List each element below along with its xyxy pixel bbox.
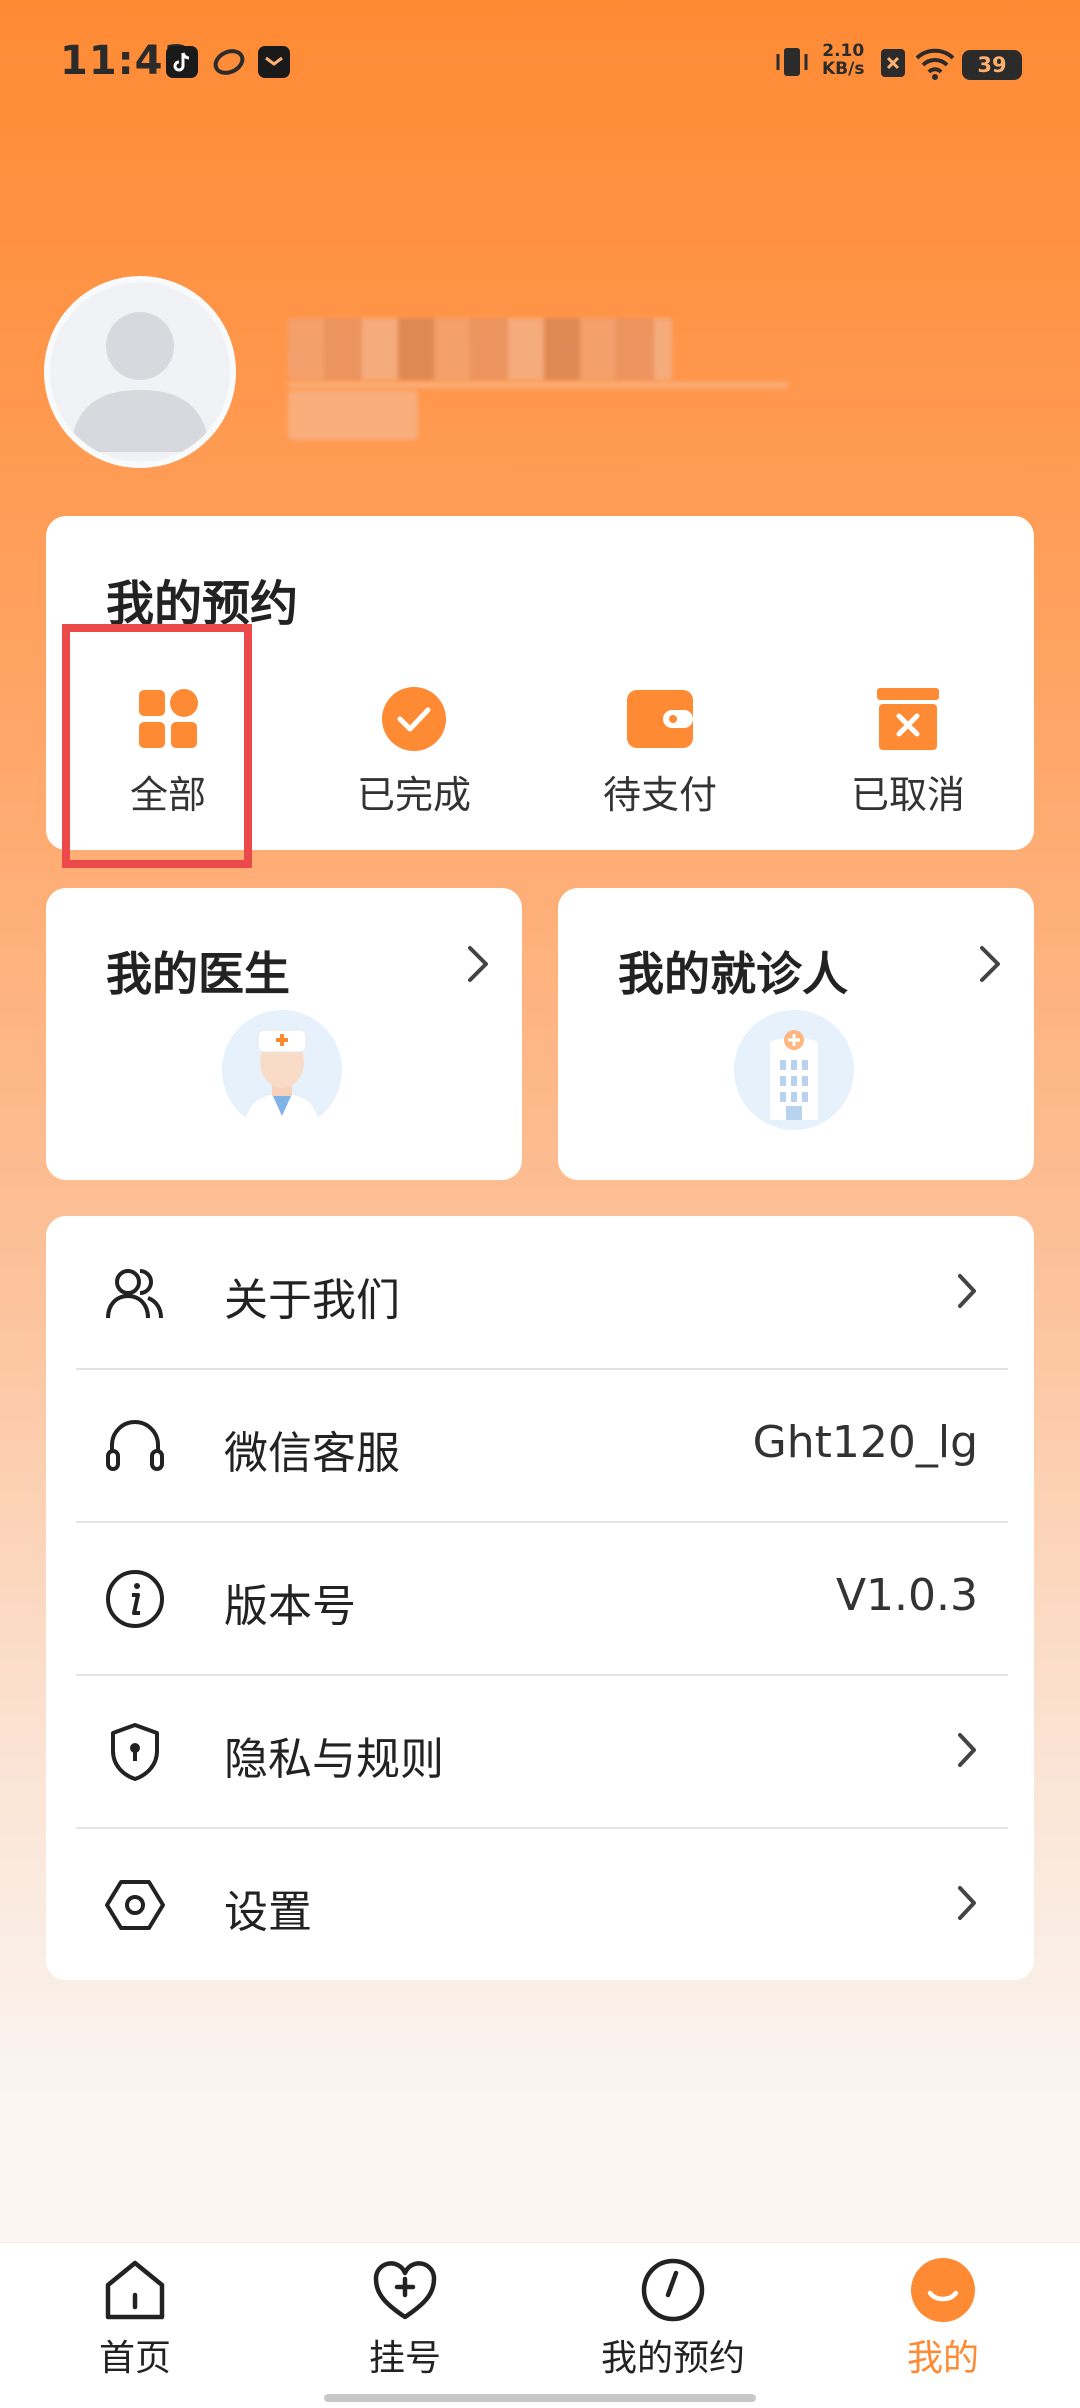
nav-my-appointments[interactable]: 我的预约 — [573, 2255, 773, 2395]
appointments-cancelled[interactable]: 已取消 — [818, 686, 998, 817]
user-info-redacted-line — [288, 382, 788, 388]
menu-row-settings[interactable]: 设置 — [74, 1828, 1006, 1981]
menu-row-wechat-support[interactable]: 微信客服 Ght120_lg — [74, 1369, 1006, 1522]
nav-home[interactable]: 首页 — [35, 2255, 235, 2395]
appointments-completed-label: 已完成 — [356, 773, 471, 817]
nav-me[interactable]: 我的 — [843, 2255, 1043, 2395]
appointments-pending-payment-label: 待支付 — [602, 773, 717, 817]
appointments-completed[interactable]: 已完成 — [324, 686, 504, 817]
headset-icon — [104, 1415, 166, 1477]
chevron-right-icon — [466, 944, 490, 988]
menu-row-version[interactable]: 版本号 V1.0.3 — [74, 1522, 1006, 1675]
nav-my-appointments-label: 我的预约 — [600, 2338, 745, 2379]
menu-label-settings: 设置 — [224, 1887, 312, 1938]
nav-register[interactable]: 挂号 — [305, 2255, 505, 2395]
shield-lock-icon — [104, 1721, 166, 1783]
info-icon — [104, 1568, 166, 1630]
appointments-cancelled-label: 已取消 — [850, 773, 965, 817]
hospital-icon — [734, 1010, 854, 1130]
chevron-right-icon — [978, 944, 1002, 988]
my-doctor-title: 我的医生 — [106, 947, 290, 1001]
menu-label-about-us: 关于我们 — [224, 1275, 400, 1326]
nav-register-label: 挂号 — [368, 2338, 441, 2379]
status-bar: 11:43 2.10 KB/s 39 — [0, 0, 1080, 120]
my-patients-card[interactable]: 我的就诊人 — [558, 888, 1034, 1180]
menu-label-version: 版本号 — [224, 1581, 356, 1632]
my-patients-title: 我的就诊人 — [618, 947, 848, 1001]
tiktok-icon — [166, 46, 198, 78]
menu-label-privacy-rules: 隐私与规则 — [224, 1734, 444, 1785]
cancel-box-icon — [875, 686, 941, 752]
menu-row-about-us[interactable]: 关于我们 — [74, 1216, 1006, 1369]
user-name-redacted — [288, 318, 672, 380]
highlight-box — [62, 624, 252, 868]
battery-indicator: 39 — [962, 50, 1022, 80]
people-icon — [104, 1262, 166, 1324]
chevron-right-icon — [956, 1884, 978, 1926]
settings-menu-card: 关于我们 微信客服 Ght120_lg 版本号 V1.0.3 隐私与规则 设置 — [46, 1216, 1034, 1980]
clock-icon — [638, 2255, 708, 2325]
avatar[interactable] — [44, 276, 236, 468]
settings-hex-icon — [104, 1874, 166, 1936]
mail-app-icon — [258, 46, 290, 78]
menu-label-wechat-support: 微信客服 — [224, 1428, 400, 1479]
sim-none-icon — [880, 48, 906, 82]
wechat-id-value: Ght120_lg — [752, 1417, 978, 1468]
bottom-nav: 首页 挂号 我的预约 我的 — [0, 2242, 1080, 2408]
default-avatar-icon — [70, 312, 210, 452]
network-speed: 2.10 KB/s — [822, 41, 865, 79]
doctor-avatar-icon — [222, 1010, 342, 1130]
check-circle-icon — [381, 686, 447, 752]
app-notification-icon — [212, 46, 246, 82]
vibrate-icon — [772, 44, 812, 84]
nav-home-label: 首页 — [98, 2338, 171, 2379]
user-phone-redacted — [288, 390, 418, 440]
appointments-pending-payment[interactable]: 待支付 — [570, 686, 750, 817]
heart-plus-icon — [370, 2255, 440, 2325]
chevron-right-icon — [956, 1731, 978, 1773]
home-icon — [100, 2255, 170, 2325]
chevron-right-icon — [956, 1272, 978, 1314]
nav-me-label: 我的 — [906, 2338, 979, 2379]
version-value: V1.0.3 — [835, 1570, 978, 1621]
home-indicator[interactable] — [324, 2394, 756, 2402]
wifi-icon — [914, 46, 956, 84]
my-doctor-card[interactable]: 我的医生 — [46, 888, 522, 1180]
smile-bubble-icon — [908, 2255, 978, 2325]
wallet-icon — [627, 686, 693, 752]
menu-row-privacy-rules[interactable]: 隐私与规则 — [74, 1675, 1006, 1828]
